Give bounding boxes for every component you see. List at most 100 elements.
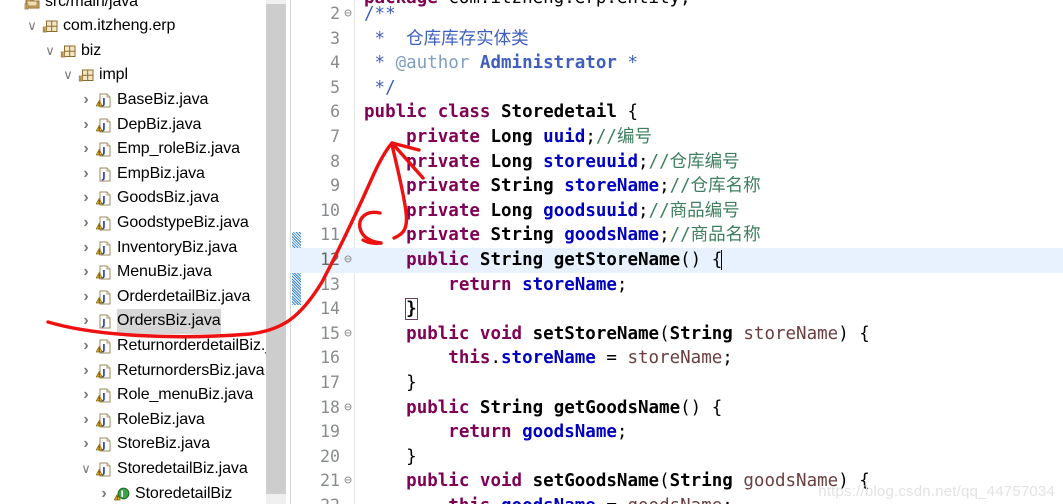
- code-line[interactable]: 8 private Long storeuuid;//仓库编号: [290, 150, 1063, 175]
- tree-item-returnorderdetailbiz-j[interactable]: JReturnorderdetailBiz.j: [0, 334, 266, 359]
- code-line[interactable]: 13 return storeName;: [290, 273, 1063, 298]
- chevron-right-icon[interactable]: [97, 482, 111, 504]
- chevron-right-icon[interactable]: [79, 211, 93, 236]
- code-line[interactable]: 20 }: [290, 445, 1063, 470]
- code-line[interactable]: 15 ⊖ public void setStoreName(String stor…: [290, 322, 1063, 347]
- tree-item-emp-rolebiz-java[interactable]: JEmp_roleBiz.java: [0, 137, 266, 162]
- tree-item-returnordersbiz-java[interactable]: JReturnordersBiz.java: [0, 359, 266, 384]
- package-explorer-tree[interactable]: src/main/java com.itzheng.erp biz impl JBase…: [0, 0, 266, 504]
- code-text: }: [406, 446, 417, 467]
- tree-item-goodstypebiz-java[interactable]: JGoodstypeBiz.java: [0, 211, 266, 236]
- chevron-right-icon[interactable]: [79, 88, 93, 113]
- code-line[interactable]: 2 ⊖ /**: [290, 2, 1063, 27]
- code-line[interactable]: 19 return goodsName;: [290, 420, 1063, 445]
- chevron-down-icon[interactable]: [79, 457, 93, 482]
- tree-item-label: src/main/java: [45, 0, 138, 10]
- line-number: 22: [290, 494, 340, 504]
- chevron-right-icon[interactable]: [79, 260, 93, 285]
- tree-item-label: ReturnordersBiz.java: [117, 361, 265, 379]
- line-number: 18: [320, 397, 340, 417]
- fold-toggle-icon[interactable]: ⊖: [342, 469, 354, 494]
- code-line[interactable]: 10 private Long goodsuuid;//商品编号: [290, 199, 1063, 224]
- eclipse-ide-window: src/main/java com.itzheng.erp biz impl JBase…: [0, 0, 1063, 504]
- tree-item-orderdetailbiz-java[interactable]: JOrderdetailBiz.java: [0, 285, 266, 310]
- code-line[interactable]: 14 }: [290, 297, 1063, 322]
- tree-item-role-menubiz-java[interactable]: JRole_menuBiz.java: [0, 383, 266, 408]
- fold-toggle-icon[interactable]: ⊖: [342, 322, 354, 347]
- tree-item-storedetailbiz[interactable]: I StoredetailBiz: [0, 482, 266, 504]
- tree-item-rolebiz-java[interactable]: JRoleBiz.java: [0, 408, 266, 433]
- chevron-right-icon[interactable]: [79, 432, 93, 457]
- code-line[interactable]: 4 * @author Administrator *: [290, 51, 1063, 76]
- code-text: * @author Administrator *: [364, 53, 638, 74]
- explorer-vertical-scrollbar[interactable]: [266, 0, 286, 504]
- java-file-warning-icon: J: [96, 436, 113, 453]
- code-line[interactable]: 5 */: [290, 76, 1063, 101]
- tree-item-goodsbiz-java[interactable]: JGoodsBiz.java: [0, 186, 266, 211]
- line-number: 21: [320, 471, 340, 491]
- tree-item-inventorybiz-java[interactable]: JInventoryBiz.java: [0, 236, 266, 261]
- chevron-right-icon[interactable]: [79, 113, 93, 138]
- fold-toggle-icon[interactable]: ⊖: [342, 2, 354, 27]
- chevron-right-icon[interactable]: [79, 285, 93, 310]
- line-number: 12: [320, 250, 340, 269]
- tree-item-depbiz-java[interactable]: JDepBiz.java: [0, 113, 266, 138]
- fold-toggle-icon[interactable]: ⊖: [342, 248, 354, 273]
- line-number: 4: [330, 53, 340, 73]
- chevron-right-icon[interactable]: [79, 408, 93, 433]
- tree-item-storedetailbiz-java[interactable]: JStoredetailBiz.java: [0, 457, 266, 482]
- chevron-down-icon[interactable]: [61, 63, 75, 88]
- tree-item-label: ReturnorderdetailBiz.j: [117, 336, 266, 354]
- code-text: public void setStoreName(String storeNam…: [406, 323, 870, 344]
- chevron-right-icon[interactable]: [79, 236, 93, 261]
- chevron-right-icon[interactable]: [79, 162, 93, 187]
- chevron-down-icon[interactable]: [25, 14, 39, 39]
- tree-item-com-itzheng-erp[interactable]: com.itzheng.erp: [0, 14, 266, 39]
- chevron-right-icon[interactable]: [79, 186, 93, 211]
- chevron-down-icon[interactable]: [43, 39, 57, 64]
- code-line[interactable]: 17 }: [290, 371, 1063, 396]
- chevron-right-icon[interactable]: [79, 334, 93, 359]
- code-line[interactable]: 6 public class Storedetail {: [290, 100, 1063, 125]
- tree-item-src-main-java[interactable]: src/main/java: [0, 0, 266, 14]
- tree-item-storebiz-java[interactable]: JStoreBiz.java: [0, 432, 266, 457]
- chevron-right-icon[interactable]: [79, 359, 93, 384]
- watermark-text: https://blog.csdn.net/qq_44757034: [818, 483, 1055, 500]
- line-number: 10: [320, 200, 340, 220]
- java-file-warning-icon: J: [96, 338, 113, 355]
- line-number: 14: [320, 299, 340, 319]
- package-icon: [42, 18, 59, 35]
- code-editor-pane[interactable]: package com.itzheng.erp.entity; 2⊖/**3 *…: [290, 0, 1063, 504]
- chevron-right-icon[interactable]: [79, 383, 93, 408]
- java-file-warning-icon: J: [96, 461, 113, 478]
- fold-toggle-icon[interactable]: ⊖: [342, 396, 354, 421]
- tree-item-impl[interactable]: impl: [0, 63, 266, 88]
- code-line[interactable]: 7 private Long uuid;//编号: [290, 125, 1063, 150]
- code-line[interactable]: 12 ⊖ public String getStoreName() {: [290, 248, 1063, 273]
- tree-item-label: MenuBiz.java: [117, 263, 212, 281]
- tree-item-menubiz-java[interactable]: JMenuBiz.java: [0, 260, 266, 285]
- tree-item-empbiz-java[interactable]: J EmpBiz.java: [0, 162, 266, 187]
- code-line[interactable]: 16 this.storeName = storeName;: [290, 346, 1063, 371]
- code-line[interactable]: 3 * 仓库库存实体类: [290, 27, 1063, 52]
- explorer-scrollbar-thumb[interactable]: [266, 4, 286, 494]
- tree-item-label: com.itzheng.erp: [63, 17, 176, 35]
- tree-item-label: StoredetailBiz: [135, 484, 233, 502]
- source-folder-icon: [24, 0, 41, 11]
- tree-item-label: impl: [99, 66, 128, 84]
- code-text: public String getGoodsName() {: [406, 397, 723, 418]
- line-number: 3: [330, 28, 340, 48]
- code-text: private Long storeuuid;//仓库编号: [406, 151, 740, 172]
- chevron-right-icon[interactable]: [79, 309, 93, 334]
- java-file-warning-icon: J: [96, 117, 113, 134]
- tree-item-basebiz-java[interactable]: JBaseBiz.java: [0, 88, 266, 113]
- svg-text:J: J: [101, 319, 105, 329]
- code-line[interactable]: 18 ⊖ public String getGoodsName() {: [290, 396, 1063, 421]
- tree-item-ordersbiz-java[interactable]: J OrdersBiz.java: [0, 309, 266, 334]
- chevron-right-icon[interactable]: [79, 137, 93, 162]
- tree-item-label: GoodstypeBiz.java: [117, 213, 249, 231]
- code-line[interactable]: 9 private String storeName;//仓库名称: [290, 174, 1063, 199]
- tree-item-biz[interactable]: biz: [0, 39, 266, 64]
- code-line[interactable]: 11 private String goodsName;//商品名称: [290, 223, 1063, 248]
- code-text: public void setGoodsName(String goodsNam…: [406, 471, 870, 492]
